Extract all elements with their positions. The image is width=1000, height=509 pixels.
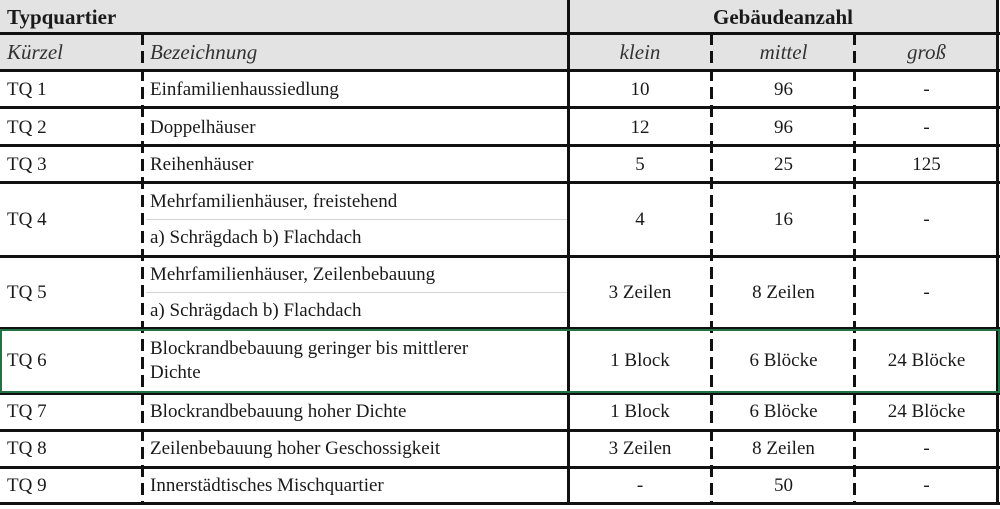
row-name-line-1[interactable]: Mehrfamilienhäuser, Zeilenbebauung [143, 257, 568, 292]
row-mittel[interactable]: 8 Zeilen [712, 257, 855, 328]
row-code[interactable]: TQ 5 [0, 257, 143, 328]
row-code[interactable]: TQ 1 [0, 71, 143, 108]
row-mittel[interactable]: 6 Blöcke [712, 329, 855, 393]
row-name-line-1[interactable]: Mehrfamilienhäuser, freistehend [143, 184, 568, 219]
row-mittel[interactable]: 96 [712, 109, 855, 146]
row-divider [0, 327, 1000, 330]
row-gross[interactable]: - [855, 184, 998, 256]
row-divider [0, 466, 1000, 469]
row-name[interactable]: Doppelhäuser [143, 109, 568, 146]
row-divider [0, 69, 1000, 72]
row-divider [0, 144, 1000, 147]
row-mittel[interactable]: 16 [712, 184, 855, 256]
column-divider [567, 0, 570, 504]
row-gross[interactable]: 24 Blöcke [855, 329, 998, 393]
row-name[interactable]: Zeilenbebauung hoher Geschossigkeit [143, 431, 568, 467]
row-mittel[interactable]: 25 [712, 147, 855, 183]
subrow-divider [146, 292, 568, 293]
row-gross[interactable]: - [855, 71, 998, 108]
row-klein[interactable]: 10 [568, 71, 712, 108]
column-divider-dashed [853, 33, 856, 504]
row-divider [0, 32, 1000, 35]
row-name[interactable]: Blockrandbebauung hoher Dichte [143, 394, 568, 430]
column-divider-dashed [141, 33, 144, 504]
header-gebaeudeanzahl[interactable]: Gebäudeanzahl [568, 0, 998, 34]
row-mittel[interactable]: 8 Zeilen [712, 431, 855, 467]
row-code[interactable]: TQ 4 [0, 184, 143, 256]
row-code[interactable]: TQ 8 [0, 431, 143, 467]
row-gross[interactable]: - [855, 109, 998, 146]
row-name[interactable]: Blockrandbebauung geringer bis mittlerer… [143, 329, 568, 393]
row-name-line-2[interactable]: a) Schrägdach b) Flachdach [143, 220, 568, 256]
column-divider [996, 0, 999, 504]
row-klein[interactable]: 1 Block [568, 394, 712, 430]
column-header-klein[interactable]: klein [568, 34, 712, 70]
row-klein[interactable]: 3 Zeilen [568, 431, 712, 467]
row-gross[interactable]: - [855, 468, 998, 503]
header-typquartier[interactable]: Typquartier [0, 0, 568, 34]
row-code[interactable]: TQ 3 [0, 147, 143, 183]
row-name[interactable]: Einfamilienhaussiedlung [143, 71, 568, 108]
row-gross[interactable]: 125 [855, 147, 998, 183]
row-mittel[interactable]: 96 [712, 71, 855, 108]
row-mittel[interactable]: 50 [712, 468, 855, 503]
row-name-line-2: Dichte [150, 362, 201, 383]
row-klein[interactable]: - [568, 468, 712, 503]
row-name-line-2[interactable]: a) Schrägdach b) Flachdach [143, 293, 568, 328]
column-header-bezeichnung[interactable]: Bezeichnung [143, 34, 568, 70]
row-divider [0, 392, 1000, 395]
row-klein[interactable]: 4 [568, 184, 712, 256]
row-gross[interactable]: - [855, 257, 998, 328]
row-divider [0, 429, 1000, 432]
row-divider [0, 181, 1000, 184]
row-divider [0, 106, 1000, 109]
building-type-table: Typquartier Gebäudeanzahl Kürzel Bezeich… [0, 0, 1000, 509]
column-header-mittel[interactable]: mittel [712, 34, 855, 70]
row-klein[interactable]: 3 Zeilen [568, 257, 712, 328]
row-code[interactable]: TQ 9 [0, 468, 143, 503]
row-klein[interactable]: 12 [568, 109, 712, 146]
row-klein[interactable]: 5 [568, 147, 712, 183]
column-divider-dashed [710, 33, 713, 504]
row-divider [0, 255, 1000, 258]
row-mittel[interactable]: 6 Blöcke [712, 394, 855, 430]
column-header-gross[interactable]: groß [855, 34, 998, 70]
subrow-divider [146, 219, 568, 220]
row-name[interactable]: Reihenhäuser [143, 147, 568, 183]
column-header-kuerzel[interactable]: Kürzel [0, 34, 143, 70]
row-code[interactable]: TQ 6 [0, 329, 143, 393]
row-divider [0, 502, 1000, 505]
row-name[interactable]: Innerstädtisches Mischquartier [143, 468, 568, 503]
row-gross[interactable]: 24 Blöcke [855, 394, 998, 430]
row-klein[interactable]: 1 Block [568, 329, 712, 393]
row-code[interactable]: TQ 2 [0, 109, 143, 146]
row-code[interactable]: TQ 7 [0, 394, 143, 430]
row-gross[interactable]: - [855, 431, 998, 467]
row-name-line-1: Blockrandbebauung geringer bis mittlerer [150, 338, 469, 359]
